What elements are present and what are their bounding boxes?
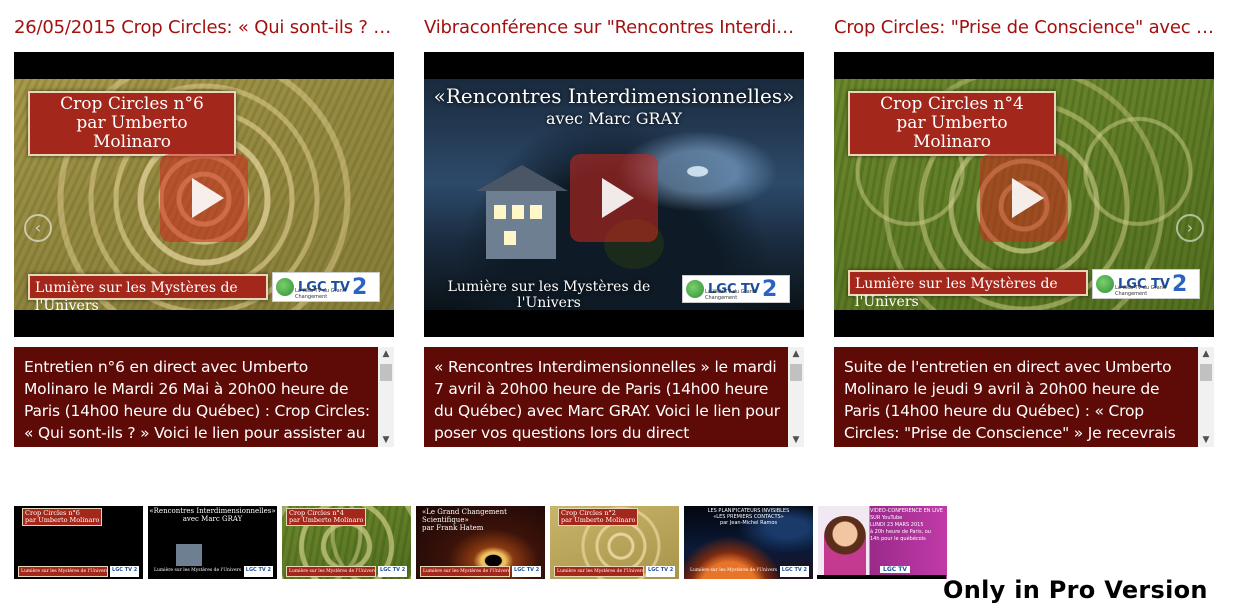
- house-roof: [476, 165, 568, 191]
- thumbnail-subtitle-overlay: Lumière sur les Mystères de l'Univers: [28, 274, 268, 310]
- video-title-1[interactable]: 26/05/2015 Crop Circles: « Qui sont-ils …: [14, 16, 394, 40]
- strip-thumbnail-footer: Lumière sur les Mystères de l'Univers LGC…: [18, 566, 139, 577]
- scrollbar-thumb[interactable]: [1200, 364, 1212, 381]
- strip-thumbnail-5[interactable]: Crop Circles n°2 par Umberto Molinaro Lu…: [550, 506, 679, 579]
- scroll-up-icon[interactable]: ▲: [378, 347, 394, 361]
- logo-subtitle: La Web-TV du Grand Changement: [1115, 285, 1167, 297]
- description-scrollbar[interactable]: ▲ ▼: [1198, 347, 1214, 447]
- description-box-2: « Rencontres Interdimensionnelles » le m…: [424, 347, 810, 447]
- strip-thumbnail-logo: LGC TV: [880, 566, 910, 573]
- scroll-down-icon[interactable]: ▼: [1198, 433, 1214, 447]
- play-icon[interactable]: [980, 154, 1068, 242]
- scroll-up-icon[interactable]: ▲: [1198, 347, 1214, 361]
- thumbnail-title-overlay: Crop Circles n°6 par Umberto Molinaro: [28, 91, 236, 156]
- strip-thumbnail-title: Crop Circles n°4 par Umberto Molinaro: [286, 508, 367, 526]
- strip-thumbnail-footer: Lumière sur les Mystères de l'Univers LGC…: [286, 566, 407, 577]
- strip-thumbnail-3[interactable]: Crop Circles n°4 par Umberto Molinaro Lu…: [282, 506, 411, 579]
- scroll-down-icon[interactable]: ▼: [788, 433, 804, 447]
- strip-thumbnail-title: VIDEO-CONFERENCE EN LIVE SUR YouTube LUN…: [870, 508, 943, 542]
- strip-thumbnail-title: «Rencontres Interdimensionnelles» avec M…: [149, 507, 276, 523]
- strip-thumbnail-footer: Lumière sur les Mystères de l'Univers LGC…: [420, 566, 541, 577]
- strip-thumbnail-title: Crop Circles n°2 par Umberto Molinaro: [558, 508, 639, 526]
- play-icon[interactable]: [160, 154, 248, 242]
- strip-thumbnail-7[interactable]: VIDEO-CONFERENCE EN LIVE SUR YouTube LUN…: [818, 506, 947, 579]
- strip-thumbnail-1[interactable]: Crop Circles n°6 par Umberto Molinaro Lu…: [14, 506, 143, 579]
- thumbnail-title-overlay: «Rencontres Interdimensionnelles»: [433, 84, 795, 108]
- thumbnail-title-overlay: Crop Circles n°4 par Umberto Molinaro: [848, 91, 1056, 156]
- planet-icon: [1096, 275, 1114, 293]
- carousel-next-icon[interactable]: ›: [1176, 214, 1204, 242]
- play-icon[interactable]: [570, 154, 658, 242]
- lgc-tv-logo: LGC TV 2 La Web-TV du Grand Changement: [272, 272, 380, 302]
- planet-icon: [686, 280, 704, 298]
- strip-thumbnail-4[interactable]: «Le Grand Changement Scientifique» par F…: [416, 506, 545, 579]
- house-illustration: [486, 189, 556, 259]
- scroll-down-icon[interactable]: ▼: [378, 433, 394, 447]
- presenter-photo: [824, 516, 866, 576]
- strip-thumbnail-2[interactable]: «Rencontres Interdimensionnelles» avec M…: [148, 506, 277, 579]
- description-text-3: Suite de l'entretien en direct avec Umbe…: [834, 347, 1198, 447]
- logo-subtitle: La Web-TV du Grand Changement: [295, 288, 347, 300]
- strip-active-indicator: [817, 575, 946, 579]
- description-text-2: « Rencontres Interdimensionnelles » le m…: [424, 347, 788, 447]
- description-scrollbar[interactable]: ▲ ▼: [378, 347, 394, 447]
- thumbnail-bottom-caption: Lumière sur les Mystères de l'Univers: [447, 279, 651, 310]
- lgc-tv-logo: LGC TV 2 La Web-TV du Grand Changement: [1092, 269, 1200, 299]
- strip-thumbnail-6[interactable]: LES PLANIFICATEURS INVISIBLES «LES PREMI…: [684, 506, 813, 579]
- scrollbar-thumb[interactable]: [790, 364, 802, 381]
- thumbnail-subtitle-overlay: Lumière sur les Mystères de l'Univers: [848, 270, 1088, 310]
- description-scrollbar[interactable]: ▲ ▼: [788, 347, 804, 447]
- video-title-3[interactable]: Crop Circles: "Prise de Conscience" avec…: [834, 16, 1214, 40]
- strip-thumbnail-title: Crop Circles n°6 par Umberto Molinaro: [22, 508, 103, 526]
- strip-thumbnail-footer: Lumière sur les Mystères de l'Univers LGC…: [152, 566, 273, 577]
- carousel-prev-icon[interactable]: ‹: [24, 214, 52, 242]
- strip-thumbnail-title: «Le Grand Changement Scientifique» par F…: [422, 508, 507, 532]
- logo-subtitle: La Web-TV du Grand Changement: [705, 289, 757, 301]
- scrollbar-thumb[interactable]: [380, 364, 392, 381]
- video-player-3[interactable]: Crop Circles n°4 par Umberto Molinaro Lu…: [834, 52, 1214, 337]
- strip-thumbnail-footer: Lumière sur les Mystères de l'Univers LGC…: [688, 566, 809, 577]
- pro-version-label: Only in Pro Version: [943, 576, 1208, 604]
- description-text-1: Entretien n°6 en direct avec Umberto Mol…: [14, 347, 378, 447]
- scroll-up-icon[interactable]: ▲: [788, 347, 804, 361]
- strip-thumbnail-title: LES PLANIFICATEURS INVISIBLES «LES PREMI…: [707, 508, 790, 526]
- video-player-1[interactable]: Crop Circles n°6 par Umberto Molinaro Lu…: [14, 52, 394, 337]
- thumbnail-subtitle: avec Marc GRAY: [545, 109, 682, 128]
- video-player-2[interactable]: «Rencontres Interdimensionnelles» avec M…: [424, 52, 804, 337]
- planet-icon: [276, 278, 294, 296]
- description-box-3: Suite de l'entretien en direct avec Umbe…: [834, 347, 1220, 447]
- description-box-1: Entretien n°6 en direct avec Umberto Mol…: [14, 347, 400, 447]
- video-title-2[interactable]: Vibraconférence sur "Rencontres Interdim…: [424, 16, 804, 40]
- lgc-tv-logo: LGC TV 2 La Web-TV du Grand Changement: [682, 275, 790, 303]
- strip-thumbnail-footer: Lumière sur les Mystères de l'Univers LGC…: [554, 566, 675, 577]
